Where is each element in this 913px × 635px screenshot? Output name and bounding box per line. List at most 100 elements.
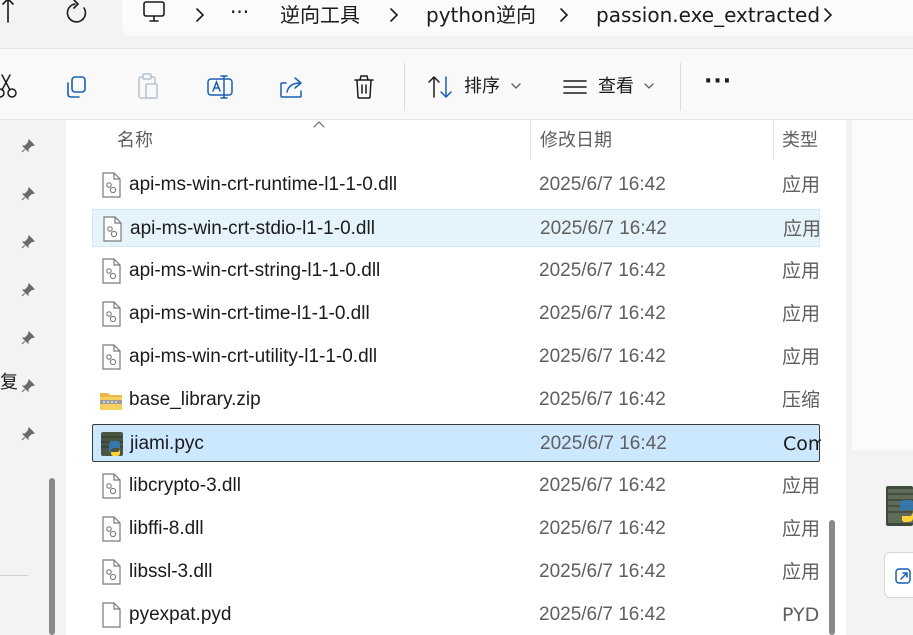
dll-file-icon bbox=[102, 473, 121, 499]
python-compiled-file-icon bbox=[886, 486, 913, 526]
chevron-down-icon[interactable] bbox=[510, 81, 522, 91]
file-modified-date: 2025/6/7 16:42 bbox=[539, 303, 666, 324]
up-arrow-button[interactable] bbox=[0, 0, 20, 30]
file-type: 应用程序扩展 bbox=[782, 174, 820, 196]
up-arrow-icon bbox=[2, 0, 14, 23]
breadcrumb-item-current-folder[interactable]: passion.exe_extracted bbox=[596, 3, 820, 27]
share-icon bbox=[280, 77, 302, 98]
pin-icon[interactable] bbox=[20, 426, 36, 442]
refresh-button[interactable] bbox=[60, 0, 94, 30]
chevron-right-icon[interactable] bbox=[820, 6, 836, 24]
navigation-pane: 复 bbox=[0, 120, 66, 635]
copy-icon bbox=[67, 76, 86, 98]
chevron-right-icon[interactable] bbox=[556, 6, 572, 24]
file-row[interactable]: jiami.pyc 2025/6/7 16:42 Compiled Python F… bbox=[92, 424, 821, 462]
view-icon-wrap[interactable] bbox=[558, 71, 590, 103]
details-card bbox=[852, 120, 913, 450]
paste-button[interactable] bbox=[132, 71, 164, 103]
view-button[interactable]: 查看 bbox=[598, 76, 634, 98]
pin-icon[interactable] bbox=[20, 330, 36, 346]
pin-icon[interactable] bbox=[20, 234, 36, 250]
file-name: api-ms-win-crt-time-l1-1-0.dll bbox=[129, 303, 370, 324]
column-header-name[interactable]: 名称 bbox=[117, 130, 153, 152]
file-type: 压缩文件 bbox=[782, 389, 820, 411]
column-header-row: 名称 修改日期 类型 bbox=[66, 120, 846, 164]
file-name: libffi-8.dll bbox=[129, 518, 204, 539]
command-bar: 排序 查看 ··· bbox=[0, 48, 913, 120]
file-modified-date: 2025/6/7 16:42 bbox=[540, 433, 667, 454]
toolbar-divider bbox=[680, 63, 681, 111]
nav-scrollbar[interactable] bbox=[46, 478, 58, 635]
zip-folder-icon bbox=[100, 393, 122, 410]
pin-icon[interactable] bbox=[20, 282, 36, 298]
chevron-down-icon[interactable] bbox=[643, 81, 655, 91]
chevron-right-icon[interactable] bbox=[386, 6, 402, 24]
open-icon bbox=[895, 568, 911, 584]
file-row[interactable]: api-ms-win-crt-runtime-l1-1-0.dll 2025/6/… bbox=[92, 166, 820, 204]
file-list: 名称 修改日期 类型 api-ms-win-crt-runtime-l1-1-0… bbox=[66, 120, 846, 635]
file-row[interactable]: libcrypto-3.dll 2025/6/7 16:42 应用程序扩展 bbox=[92, 467, 820, 505]
pin-icon[interactable] bbox=[20, 138, 36, 154]
file-row[interactable]: libssl-3.dll 2025/6/7 16:42 应用程序扩展 bbox=[92, 553, 820, 591]
file-modified-date: 2025/6/7 16:42 bbox=[539, 475, 666, 496]
file-list-scrollbar[interactable] bbox=[826, 520, 838, 635]
file-row[interactable]: libffi-8.dll 2025/6/7 16:42 应用程序扩展 bbox=[92, 510, 820, 548]
cut-button[interactable] bbox=[0, 71, 20, 103]
pin-icon[interactable] bbox=[20, 186, 36, 202]
file-type: 应用程序扩展 bbox=[782, 346, 820, 368]
dll-file-icon bbox=[102, 301, 121, 327]
nav-item-label-partial[interactable]: 复 bbox=[0, 372, 18, 394]
file-modified-date: 2025/6/7 16:42 bbox=[539, 604, 666, 625]
chevron-right-icon[interactable] bbox=[192, 6, 208, 24]
file-row[interactable]: api-ms-win-crt-string-l1-1-0.dll 2025/6/7… bbox=[92, 252, 820, 290]
file-name: libcrypto-3.dll bbox=[129, 475, 241, 496]
file-row[interactable]: api-ms-win-crt-stdio-l1-1-0.dll 2025/6/7 … bbox=[92, 209, 821, 247]
file-row[interactable]: base_library.zip 2025/6/7 16:42 压缩文件 bbox=[92, 381, 820, 419]
dll-file-icon bbox=[102, 516, 121, 542]
file-row[interactable]: api-ms-win-crt-utility-l1-1-0.dll 2025/6/… bbox=[92, 338, 820, 376]
file-name: base_library.zip bbox=[129, 389, 261, 410]
this-pc-icon[interactable] bbox=[142, 0, 168, 30]
share-button[interactable] bbox=[276, 71, 308, 103]
column-divider[interactable] bbox=[530, 120, 531, 160]
file-modified-date: 2025/6/7 16:42 bbox=[539, 389, 666, 410]
column-divider[interactable] bbox=[773, 120, 774, 160]
file-type: 应用程序扩展 bbox=[782, 303, 820, 325]
clipboard-icon bbox=[138, 73, 158, 99]
file-modified-date: 2025/6/7 16:42 bbox=[539, 518, 666, 539]
sort-ascending-caret-icon bbox=[313, 121, 325, 128]
file-type: 应用程序扩展 bbox=[782, 260, 820, 282]
dll-file-icon bbox=[102, 172, 121, 198]
python-compiled-file-icon bbox=[101, 432, 123, 456]
file-type: 应用程序扩展 bbox=[782, 518, 820, 540]
file-name: pyexpat.pyd bbox=[129, 604, 232, 625]
breadcrumb[interactable]: ··· 逆向工具 python逆向 passion.exe_extracted bbox=[122, 0, 913, 36]
file-name: api-ms-win-crt-runtime-l1-1-0.dll bbox=[129, 174, 398, 195]
file-modified-date: 2025/6/7 16:42 bbox=[539, 174, 666, 195]
file-name: jiami.pyc bbox=[130, 433, 204, 454]
sort-icon-wrap[interactable] bbox=[424, 71, 456, 103]
pin-icon[interactable] bbox=[20, 378, 36, 394]
trash-icon bbox=[354, 75, 374, 99]
more-options-button[interactable]: ··· bbox=[704, 71, 732, 93]
scissors-icon bbox=[0, 74, 17, 98]
file-row[interactable]: pyexpat.pyd 2025/6/7 16:42 PYD 文件 bbox=[92, 596, 820, 634]
copy-button[interactable] bbox=[60, 71, 92, 103]
sort-button[interactable]: 排序 bbox=[464, 76, 500, 98]
file-type: 应用程序扩展 bbox=[783, 218, 821, 240]
file-type: 应用程序扩展 bbox=[782, 475, 820, 497]
delete-button[interactable] bbox=[348, 71, 380, 103]
breadcrumb-item-python-reverse[interactable]: python逆向 bbox=[426, 3, 536, 27]
rename-button[interactable] bbox=[204, 71, 236, 103]
sort-icon bbox=[428, 76, 452, 98]
column-header-modified[interactable]: 修改日期 bbox=[540, 130, 612, 152]
open-with-button[interactable] bbox=[884, 552, 913, 598]
breadcrumb-overflow[interactable]: ··· bbox=[230, 0, 249, 24]
dll-file-icon bbox=[102, 559, 121, 585]
column-header-type[interactable]: 类型 bbox=[782, 130, 818, 152]
dll-file-icon bbox=[103, 216, 122, 242]
generic-file-icon bbox=[102, 602, 121, 628]
file-row[interactable]: api-ms-win-crt-time-l1-1-0.dll 2025/6/7 1… bbox=[92, 295, 820, 333]
breadcrumb-item-reverse-tools[interactable]: 逆向工具 bbox=[280, 3, 360, 27]
details-pane bbox=[846, 120, 913, 635]
